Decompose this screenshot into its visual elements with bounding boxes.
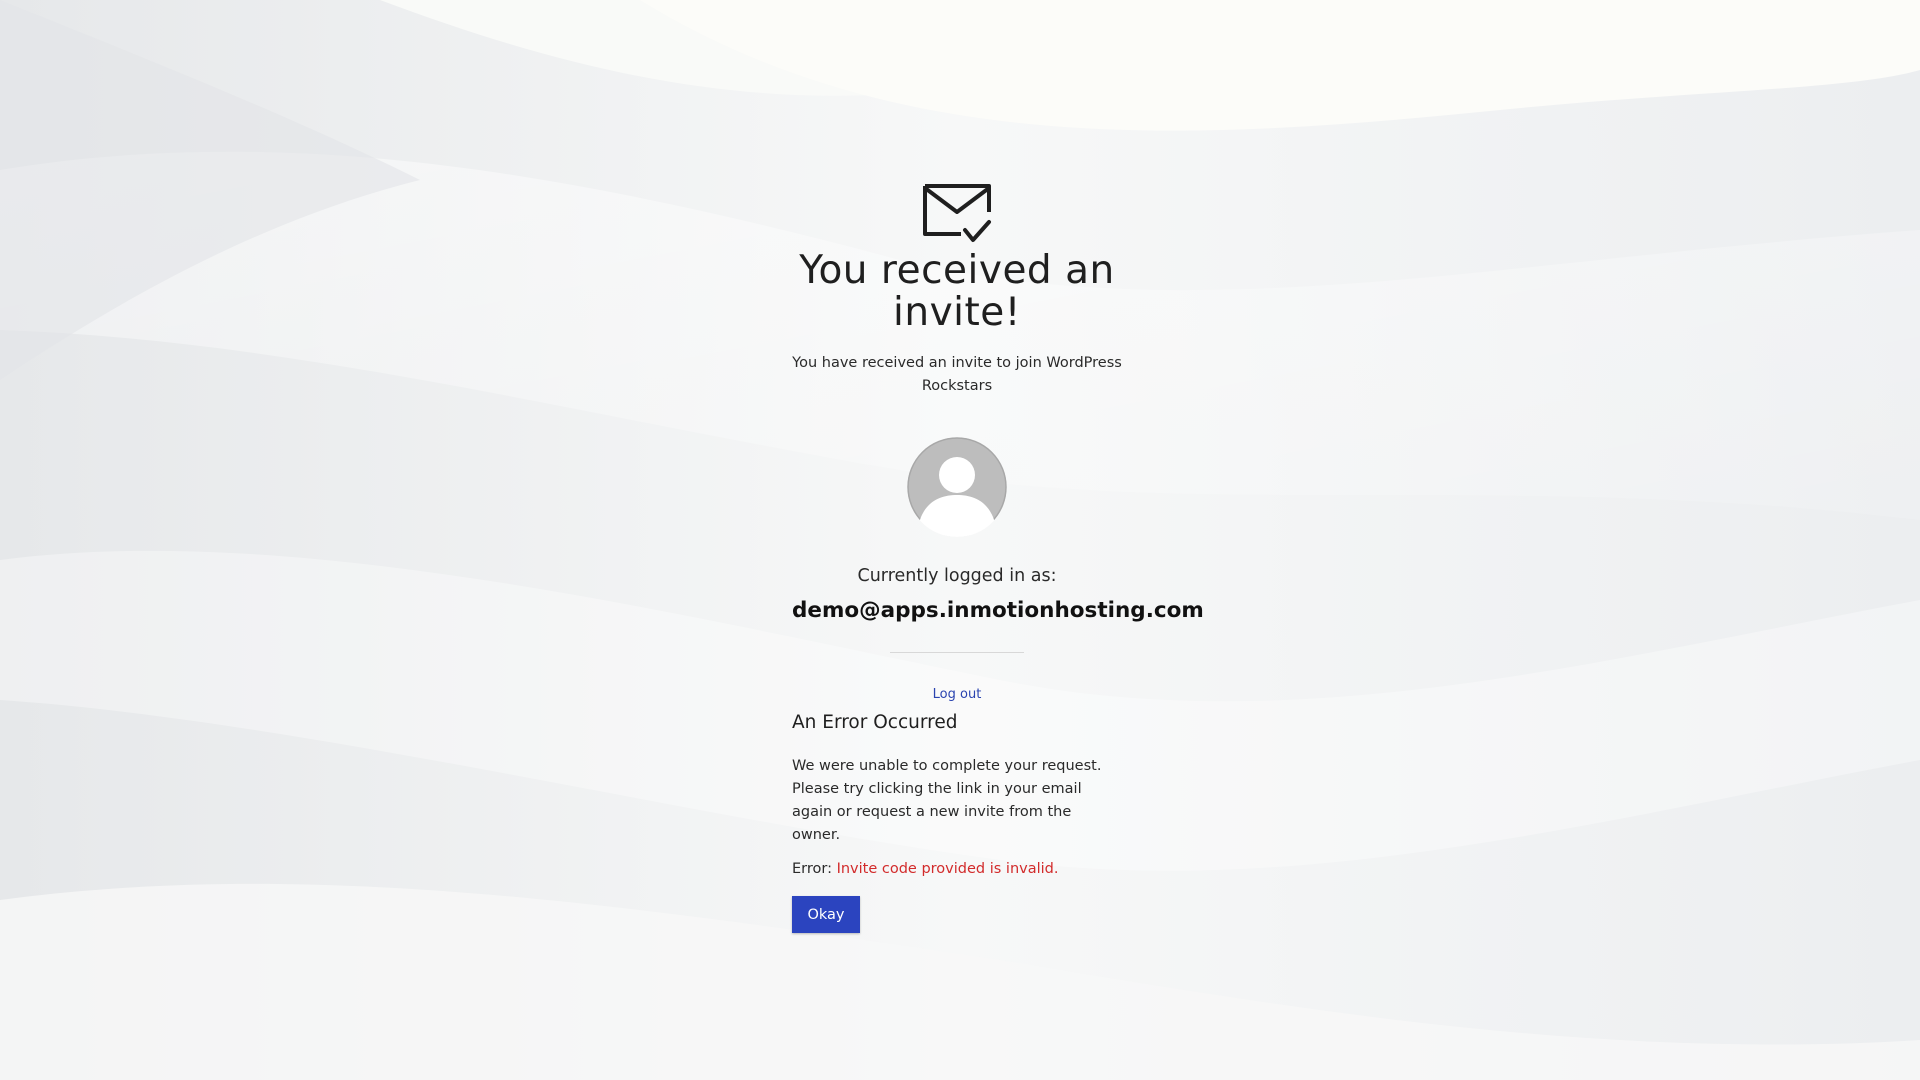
default-avatar-icon — [907, 437, 1007, 537]
divider — [890, 652, 1024, 653]
invite-card: You received an invite! You have receive… — [792, 182, 1204, 933]
error-heading: An Error Occurred — [792, 712, 958, 733]
page-title: You received an invite! — [799, 248, 1115, 335]
invite-subtitle: You have received an invite to join Word… — [792, 355, 1122, 394]
okay-button[interactable]: Okay — [792, 896, 860, 933]
logout-link[interactable]: Log out — [792, 687, 1122, 703]
error-prefix: Error: — [792, 861, 832, 877]
error-message: Invite code provided is invalid. — [836, 861, 1059, 877]
error-detail: Error: Invite code provided is invalid. — [792, 859, 1122, 879]
error-description: We were unable to complete your request.… — [792, 758, 1102, 843]
envelope-check-icon — [923, 184, 991, 242]
user-email: demo@apps.inmotionhosting.com — [792, 598, 1204, 623]
logged-in-label: Currently logged in as: — [857, 566, 1057, 586]
